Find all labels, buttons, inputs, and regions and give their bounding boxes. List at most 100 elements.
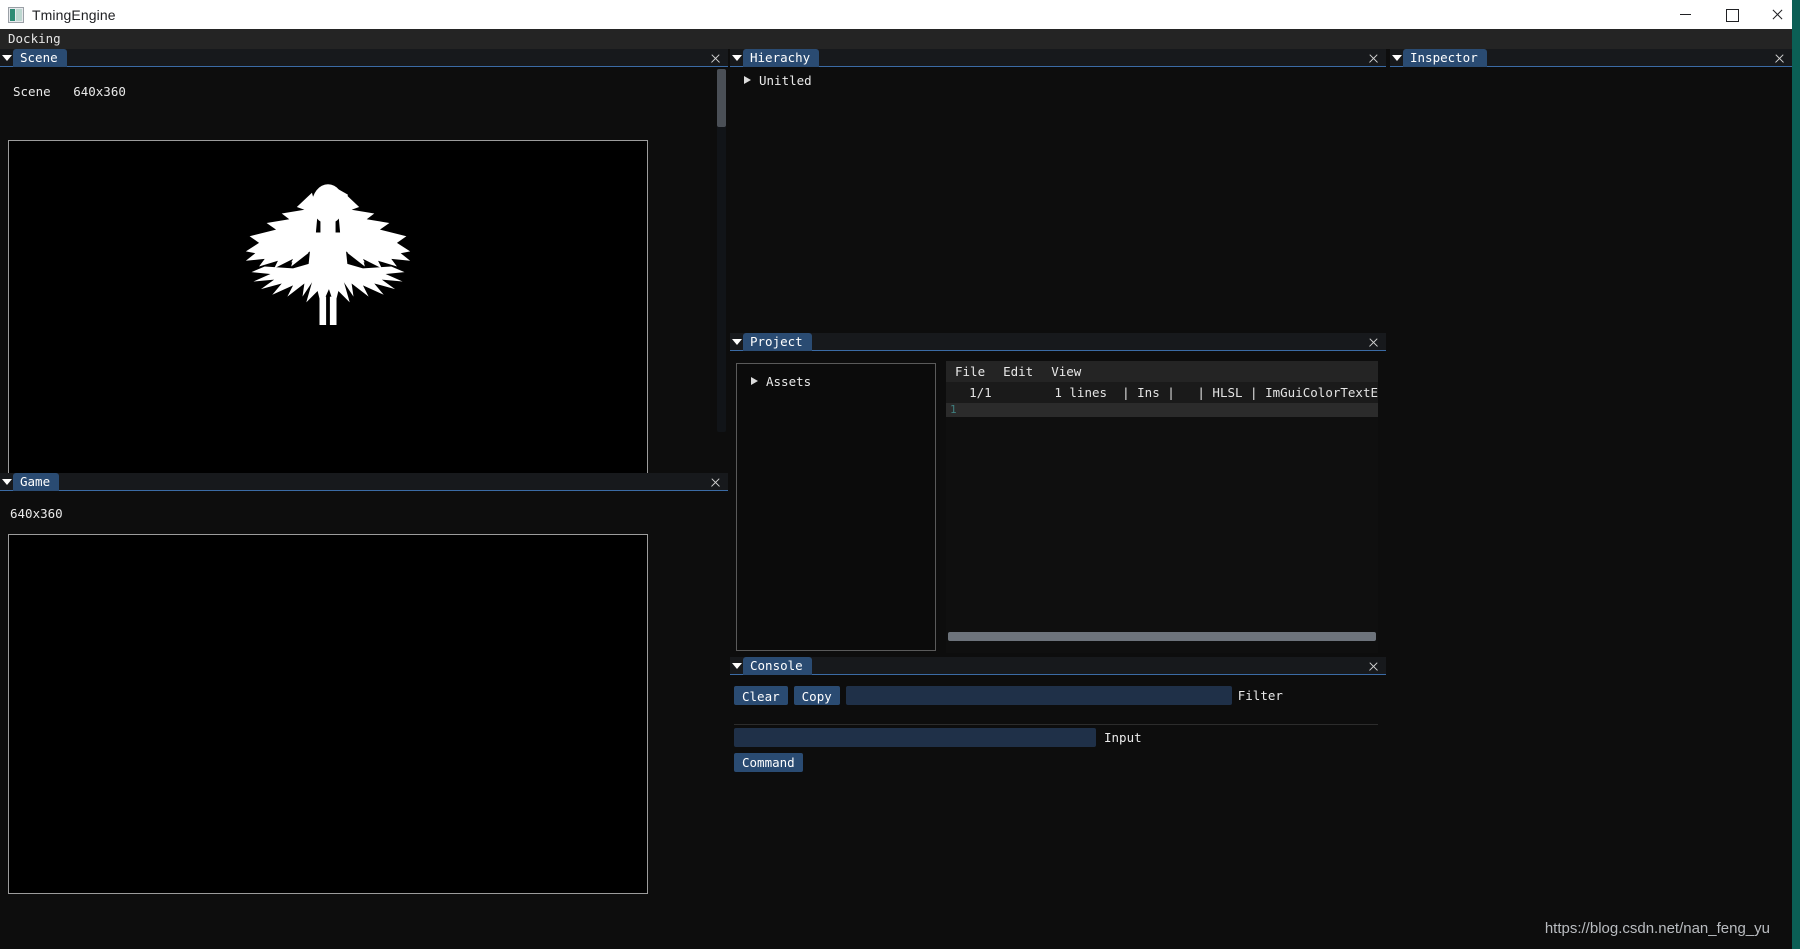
console-panel-titlebar[interactable]: Console [730, 656, 1386, 675]
project-panel-body: Assets File Edit View 1/1 1 lines | Ins … [730, 351, 1386, 653]
editor-menu-file[interactable]: File [946, 364, 994, 379]
game-panel-titlebar[interactable]: Game [0, 472, 728, 491]
assets-tree-item[interactable]: Assets [737, 372, 935, 390]
code-editor[interactable]: File Edit View 1/1 1 lines | Ins | | HLS… [946, 361, 1378, 653]
window-controls [1662, 0, 1800, 29]
command-button[interactable]: Command [734, 752, 803, 772]
console-divider [734, 724, 1378, 725]
console-input[interactable] [734, 728, 1096, 747]
inspector-panel-body [1390, 67, 1792, 949]
close-icon [1369, 338, 1378, 347]
inspector-panel-titlebar[interactable]: Inspector [1390, 48, 1792, 67]
close-icon [1369, 54, 1378, 63]
main-menubar: Docking [0, 29, 1792, 49]
tab-hierarchy[interactable]: Hierachy [743, 48, 820, 67]
hierarchy-panel: Hierachy Unitled [730, 48, 1386, 329]
scene-size-label: Scene 640x360 [13, 84, 126, 99]
hierarchy-item-label: Unitled [759, 72, 812, 88]
editor-menubar: File Edit View [946, 361, 1378, 382]
splitter-hierarchy-inspector[interactable] [1386, 49, 1388, 949]
editor-filename: ImGuiColorTextE [1265, 385, 1378, 400]
game-close-button[interactable] [707, 473, 723, 491]
inspector-panel: Inspector [1390, 48, 1792, 949]
menu-item-docking[interactable]: Docking [0, 29, 69, 49]
scene-panel-titlebar[interactable]: Scene [0, 48, 728, 67]
close-icon [1772, 9, 1783, 20]
console-input-row: Input [734, 728, 1378, 747]
window-titlebar[interactable]: TmingEngine [0, 0, 1800, 29]
project-close-button[interactable] [1365, 333, 1381, 351]
inspector-close-button[interactable] [1771, 49, 1787, 67]
close-icon [711, 478, 720, 487]
editor-line-number: 1 [950, 403, 957, 416]
minimize-icon [1679, 9, 1691, 20]
tab-game[interactable]: Game [13, 472, 60, 491]
console-command-row: Command [734, 752, 803, 772]
input-label: Input [1104, 730, 1142, 745]
window-title: TmingEngine [32, 6, 116, 23]
collapse-arrow-icon[interactable] [1390, 49, 1403, 67]
editor-text-area[interactable]: 1 [946, 403, 1378, 417]
editor-language: HLSL [1212, 385, 1243, 400]
tab-console[interactable]: Console [743, 656, 812, 675]
close-icon [1775, 54, 1784, 63]
status-separator: | | [1159, 385, 1213, 400]
hierarchy-tree-item[interactable]: Unitled [730, 71, 1386, 89]
app-workspace: Docking Scene Scene 640x360 Game 640x360… [0, 29, 1792, 949]
clear-button[interactable]: Clear [734, 686, 788, 705]
hierarchy-panel-titlebar[interactable]: Hierachy [730, 48, 1386, 67]
assets-tree[interactable]: Assets [736, 363, 936, 651]
close-icon [711, 54, 720, 63]
tab-project[interactable]: Project [743, 332, 812, 351]
maximize-button[interactable] [1708, 0, 1754, 29]
editor-insert-mode: Ins [1137, 385, 1160, 400]
editor-menu-edit[interactable]: Edit [994, 364, 1042, 379]
editor-menu-view[interactable]: View [1042, 364, 1090, 379]
hierarchy-panel-body: Unitled [730, 67, 1386, 329]
angel-sprite-icon [245, 184, 411, 325]
accent-strip [1792, 0, 1800, 949]
hierarchy-close-button[interactable] [1365, 49, 1381, 67]
status-separator: | [1242, 385, 1266, 400]
collapse-arrow-icon[interactable] [730, 333, 743, 351]
app-icon [8, 6, 24, 23]
copy-button[interactable]: Copy [793, 686, 840, 705]
game-viewport[interactable] [8, 534, 648, 894]
expand-arrow-icon[interactable] [751, 377, 758, 385]
collapse-arrow-icon[interactable] [730, 657, 743, 675]
maximize-icon [1725, 9, 1739, 22]
game-size-label: 640x360 [10, 506, 63, 521]
scrollbar-thumb[interactable] [948, 632, 1376, 641]
filter-input[interactable] [845, 686, 1232, 705]
filter-label: Filter [1237, 688, 1283, 703]
collapse-arrow-icon[interactable] [0, 49, 13, 67]
scene-vertical-scrollbar[interactable] [717, 69, 726, 432]
status-separator: | [1107, 385, 1138, 400]
scene-close-button[interactable] [707, 49, 723, 67]
splitter-scene-hierarchy[interactable] [728, 49, 730, 949]
collapse-arrow-icon[interactable] [0, 473, 13, 491]
editor-line-count: 1 lines [1054, 385, 1108, 400]
editor-cursor-position: 1/1 [969, 385, 992, 400]
minimize-button[interactable] [1662, 0, 1708, 29]
game-panel: Game 640x360 [0, 472, 728, 949]
tab-scene[interactable]: Scene [13, 48, 67, 67]
console-close-button[interactable] [1365, 657, 1381, 675]
watermark: https://blog.csdn.net/nan_feng_yu [1544, 920, 1770, 937]
project-panel: Project Assets File Edit View 1/1 1 line… [730, 332, 1386, 653]
tab-inspector[interactable]: Inspector [1403, 48, 1487, 67]
expand-arrow-icon[interactable] [744, 76, 751, 84]
scene-viewport[interactable] [8, 140, 648, 500]
scene-panel: Scene Scene 640x360 [0, 48, 728, 500]
game-panel-body: 640x360 [0, 491, 728, 949]
console-panel: Console Clear Copy Filter Input Command [730, 656, 1386, 949]
assets-item-label: Assets [766, 373, 812, 389]
scrollbar-thumb[interactable] [717, 69, 726, 127]
close-icon [1369, 662, 1378, 671]
collapse-arrow-icon[interactable] [730, 49, 743, 67]
editor-horizontal-scrollbar[interactable] [948, 632, 1376, 641]
console-toolbar: Clear Copy Filter [734, 686, 1378, 705]
scene-panel-body: Scene 640x360 [0, 67, 728, 500]
project-panel-titlebar[interactable]: Project [730, 332, 1386, 351]
console-panel-body: Clear Copy Filter Input Command [730, 675, 1386, 949]
